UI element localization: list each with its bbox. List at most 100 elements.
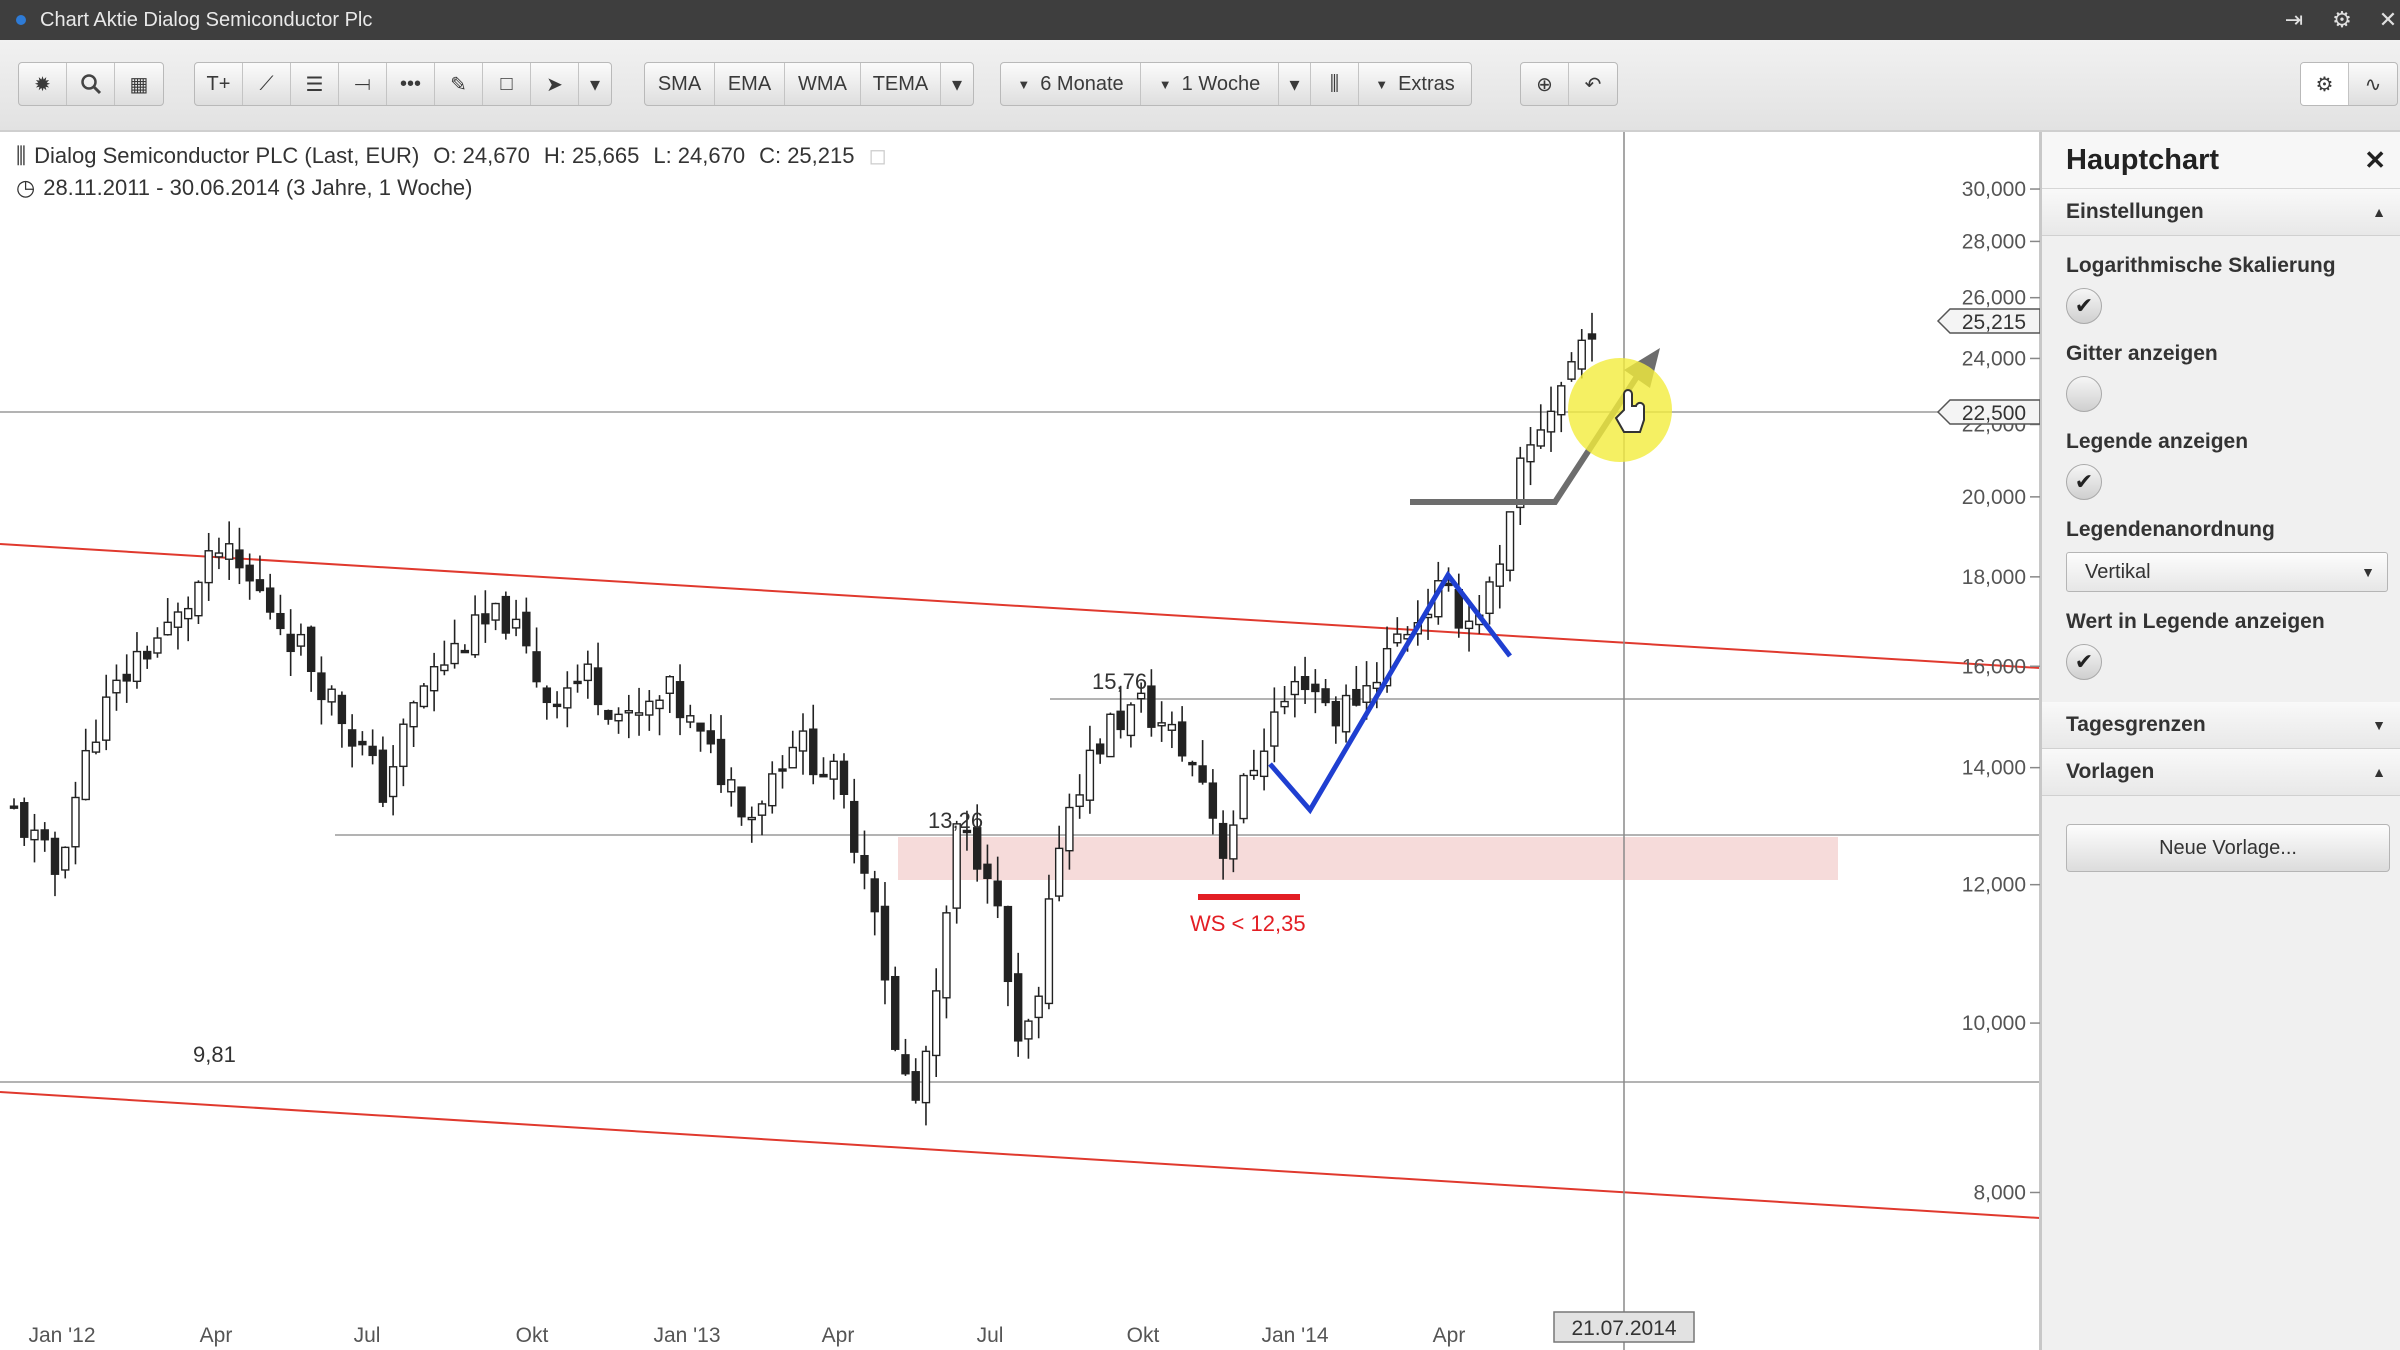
price-tag-line: 22,500 [1936,399,2040,425]
hline-icon[interactable]: ⟞ [339,63,387,105]
indicator-icon[interactable]: ∿ [2349,63,2397,105]
legend-layout-select[interactable]: Vertikal ▼ [2066,552,2388,592]
candlestick-icon: ⫼ [16,143,27,168]
highlight-zone [898,837,1838,880]
chart-area[interactable]: 30,000 28,000 26,000 24,000 22,000 20,000 18,0… [0,132,2040,1350]
annotation-9-81: 9,81 [193,1042,236,1067]
x-tick-label: Apr [200,1324,233,1347]
candle-body [337,694,347,725]
search-icon[interactable] [67,63,115,105]
undo-icon[interactable]: ↶ [1569,63,1617,105]
candle-body [317,672,326,701]
panel-header: Hauptchart ✕ [2042,132,2400,189]
candle-body [61,846,70,871]
extras-dropdown[interactable]: ▼ Extras [1359,63,1471,105]
candle-body [706,730,715,745]
line-tool-icon[interactable]: ⟋ [243,63,291,105]
candle-body [614,713,623,722]
legend-checkbox[interactable]: ✔ [2066,464,2102,500]
close-icon[interactable]: ✕ [2366,0,2400,40]
legend-layout-label: Legendenanordnung [2066,518,2275,541]
chevron-down-icon[interactable]: ▾ [579,63,611,105]
legend-value-label: Wert in Legende anzeigen [2066,610,2325,633]
x-tick-label: Okt [1127,1324,1160,1347]
new-template-button[interactable]: Neue Vorlage... [2066,824,2390,872]
fibonacci-icon[interactable]: ☰ [291,63,339,105]
section-settings[interactable]: Einstellungen ▲ [2042,189,2400,236]
candle-body [696,722,705,732]
candle-body [368,745,377,757]
chevron-down-icon: ▼ [2372,717,2386,733]
candle-body [1147,685,1156,728]
candle-body [1280,700,1289,708]
rectangle-icon[interactable]: □ [483,63,531,105]
w-pattern [1268,570,1512,815]
candle-body [819,773,828,778]
dotted-line-icon[interactable]: ••• [387,63,435,105]
candle-body [399,723,408,768]
candle-body [1003,905,1013,983]
arrow-icon[interactable]: ➤ [531,63,579,105]
candle-body [429,666,439,692]
chevron-down-icon[interactable]: ▾ [1279,63,1311,105]
candle-body [1526,444,1535,463]
candle-body [235,549,244,569]
candle-body [1495,563,1504,587]
grid-icon[interactable]: ▦ [115,63,163,105]
candle-body [768,773,777,807]
candle-body [921,1050,931,1104]
candle-body [952,823,961,909]
candle-body [481,613,490,625]
chevron-down-icon[interactable]: ▾ [941,63,973,105]
wma-button[interactable]: WMA [785,63,861,105]
tema-button[interactable]: TEMA [861,63,941,105]
chevron-up-icon: ▲ [2372,204,2386,220]
candle-body [1024,1020,1033,1040]
candle-body [716,738,726,786]
interval-dropdown[interactable]: ▼ 1 Woche [1141,63,1279,105]
candle-body [1444,582,1453,587]
candle-body [573,680,582,685]
sma-button[interactable]: SMA [645,63,715,105]
legend-value-checkbox[interactable]: ✔ [2066,644,2102,680]
candle-body [255,579,265,592]
ema-button[interactable]: EMA [715,63,785,105]
date-range: 28.11.2011 - 30.06.2014 (3 Jahre, 1 Woch… [43,175,473,200]
x-tick-label: Jan '12 [28,1324,95,1347]
grid-checkbox[interactable] [2066,376,2102,412]
section-daylimits[interactable]: Tagesgrenzen ▼ [2042,702,2400,749]
close-icon[interactable]: ✕ [2364,145,2386,176]
detach-icon[interactable]: ⇥ [2272,0,2316,40]
pencil-icon[interactable]: ✎ [435,63,483,105]
candle-body [1464,620,1474,630]
gear-icon[interactable]: ✹ [19,63,67,105]
text-tool-icon[interactable]: T+ [195,63,243,105]
view-tools: ✹ ▦ [18,62,164,106]
log-scale-checkbox[interactable]: ✔ [2066,288,2102,324]
candle-body [593,667,603,706]
y-tick-label: 18,000 [1962,566,2026,589]
y-tick-label: 26,000 [1962,287,2026,310]
annotation-15-76: 15,76 [1092,669,1147,694]
candle-body [1546,410,1556,433]
panel-title: Hauptchart [2066,143,2220,176]
period-dropdown[interactable]: ▼ 6 Monate [1001,63,1141,105]
legend-instrument-row: ⫼ Dialog Semiconductor PLC (Last, EUR) O… [16,140,901,172]
candle-body [1126,704,1136,737]
candle-body [1259,750,1269,778]
chart-settings-icon[interactable]: ⚙ [2301,63,2349,105]
candle-body [727,779,736,793]
settings-icon[interactable]: ⚙ [2320,0,2364,40]
candle-body [20,802,29,838]
section-templates-label: Vorlagen [2066,760,2155,783]
candlestick-icon[interactable]: ⫼ [1311,63,1359,105]
candle-body [265,587,275,613]
candle-body [737,786,746,818]
candle-body [1208,782,1218,819]
legend-settings-icon[interactable]: ◻ [868,143,886,169]
y-tick-label: 24,000 [1962,347,2026,370]
zoom-in-icon[interactable]: ⊕ [1521,63,1569,105]
price-chart[interactable]: 30,00028,00026,00024,00022,00020,00018,0… [0,132,2040,1350]
candle-body [1270,711,1279,747]
section-templates[interactable]: Vorlagen ▲ [2042,749,2400,796]
